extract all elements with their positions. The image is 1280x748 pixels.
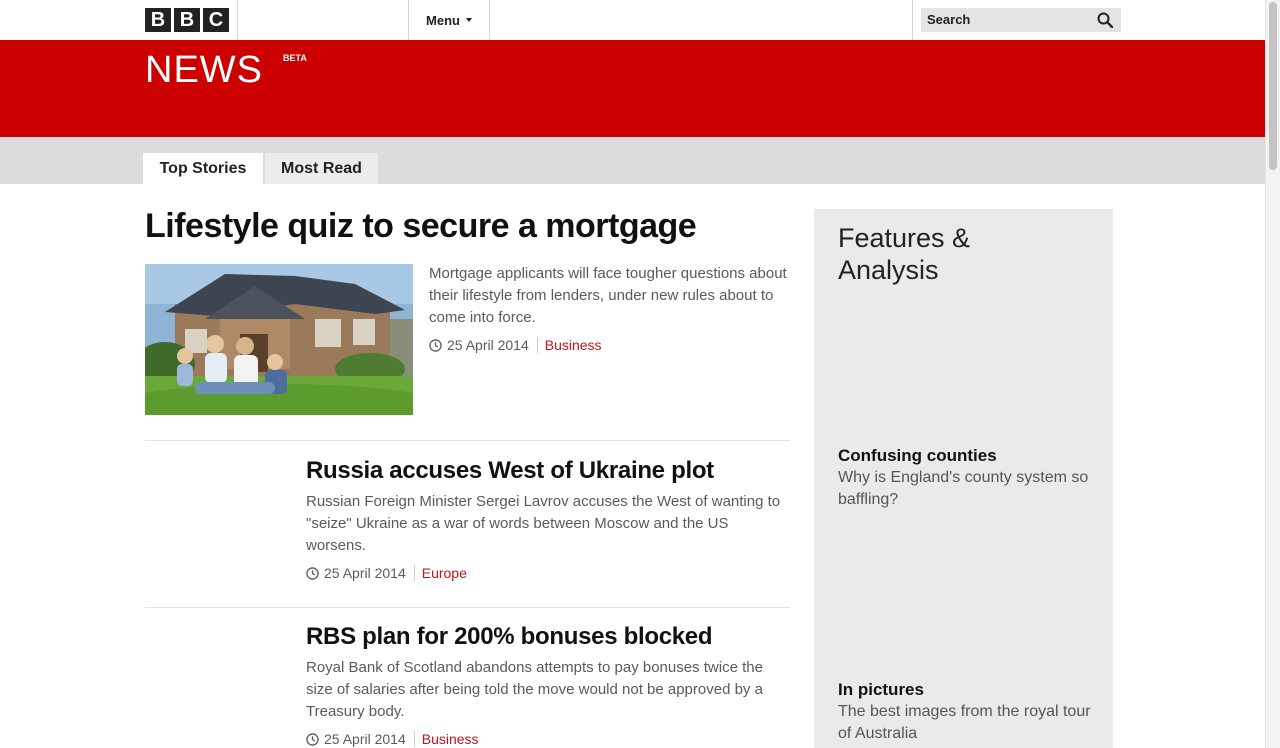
clock-icon xyxy=(306,566,319,580)
story-date: 25 April 2014 xyxy=(324,565,406,581)
top-bar: B B C Menu xyxy=(0,0,1266,41)
story-title[interactable]: RBS plan for 200% bonuses blocked xyxy=(306,623,790,651)
section-link[interactable]: Business xyxy=(545,337,602,353)
feature-item[interactable]: Confusing counties Why is England's coun… xyxy=(838,445,1103,511)
section-link[interactable]: Europe xyxy=(422,565,467,581)
feature-title[interactable]: In pictures xyxy=(838,679,1103,701)
news-logo[interactable]: NEWS xyxy=(145,49,263,92)
feature-item[interactable]: In pictures The best images from the roy… xyxy=(838,679,1103,745)
clock-icon xyxy=(306,732,319,746)
logo-letter: C xyxy=(203,8,229,32)
story-summary: Russian Foreign Minister Sergei Lavrov a… xyxy=(306,493,781,554)
scrollbar[interactable] xyxy=(1265,0,1280,748)
beta-badge: BETA xyxy=(283,53,307,63)
story-divider xyxy=(145,607,790,608)
story-divider xyxy=(145,440,790,441)
masthead: NEWS BETA xyxy=(0,40,1266,137)
search-box xyxy=(921,8,1121,32)
menu-label: Menu xyxy=(426,12,460,28)
story-meta: 25 April 2014 Europe xyxy=(306,565,790,581)
logo-letter: B xyxy=(174,8,200,32)
feature-summary: Why is England's county system so baffli… xyxy=(838,469,1089,508)
bbc-logo[interactable]: B B C xyxy=(145,8,229,32)
search-icon[interactable] xyxy=(1097,12,1113,28)
divider xyxy=(912,0,913,40)
search-input[interactable] xyxy=(921,8,1087,30)
divider xyxy=(489,0,490,40)
story-date: 25 April 2014 xyxy=(324,731,406,747)
clock-icon xyxy=(429,338,442,352)
meta-divider xyxy=(536,337,538,353)
lead-story-summary: Mortgage applicants will face tougher qu… xyxy=(429,265,787,326)
story-title[interactable]: Russia accuses West of Ukraine plot xyxy=(306,457,790,485)
feature-title[interactable]: Confusing counties xyxy=(838,445,1103,467)
tab-top-stories[interactable]: Top Stories xyxy=(143,153,263,184)
meta-divider xyxy=(413,565,415,581)
divider xyxy=(237,0,238,40)
tab-strip: Top Stories Most Read xyxy=(0,137,1266,184)
lead-story-text: Mortgage applicants will face tougher qu… xyxy=(429,263,789,353)
chevron-down-icon xyxy=(465,18,472,22)
features-panel: Features & Analysis Confusing counties W… xyxy=(814,209,1113,748)
story-item: Russia accuses West of Ukraine plot Russ… xyxy=(306,457,790,581)
meta-divider xyxy=(413,731,415,747)
lead-story-image[interactable] xyxy=(145,264,413,415)
scrollbar-thumb[interactable] xyxy=(1269,2,1277,170)
story-item: RBS plan for 200% bonuses blocked Royal … xyxy=(306,623,790,747)
story-summary: Royal Bank of Scotland abandons attempts… xyxy=(306,659,763,720)
feature-summary: The best images from the royal tour of A… xyxy=(838,703,1091,742)
section-link[interactable]: Business xyxy=(422,731,479,747)
lead-story-title[interactable]: Lifestyle quiz to secure a mortgage xyxy=(145,207,697,246)
features-heading: Features & Analysis xyxy=(838,223,971,285)
story-date: 25 April 2014 xyxy=(447,337,529,353)
family-house-photo xyxy=(145,264,413,415)
logo-letter: B xyxy=(145,8,171,32)
menu-button[interactable]: Menu xyxy=(409,0,489,40)
story-meta: 25 April 2014 Business xyxy=(306,731,790,747)
lead-story-meta: 25 April 2014 Business xyxy=(429,337,789,353)
tab-most-read[interactable]: Most Read xyxy=(265,153,378,184)
